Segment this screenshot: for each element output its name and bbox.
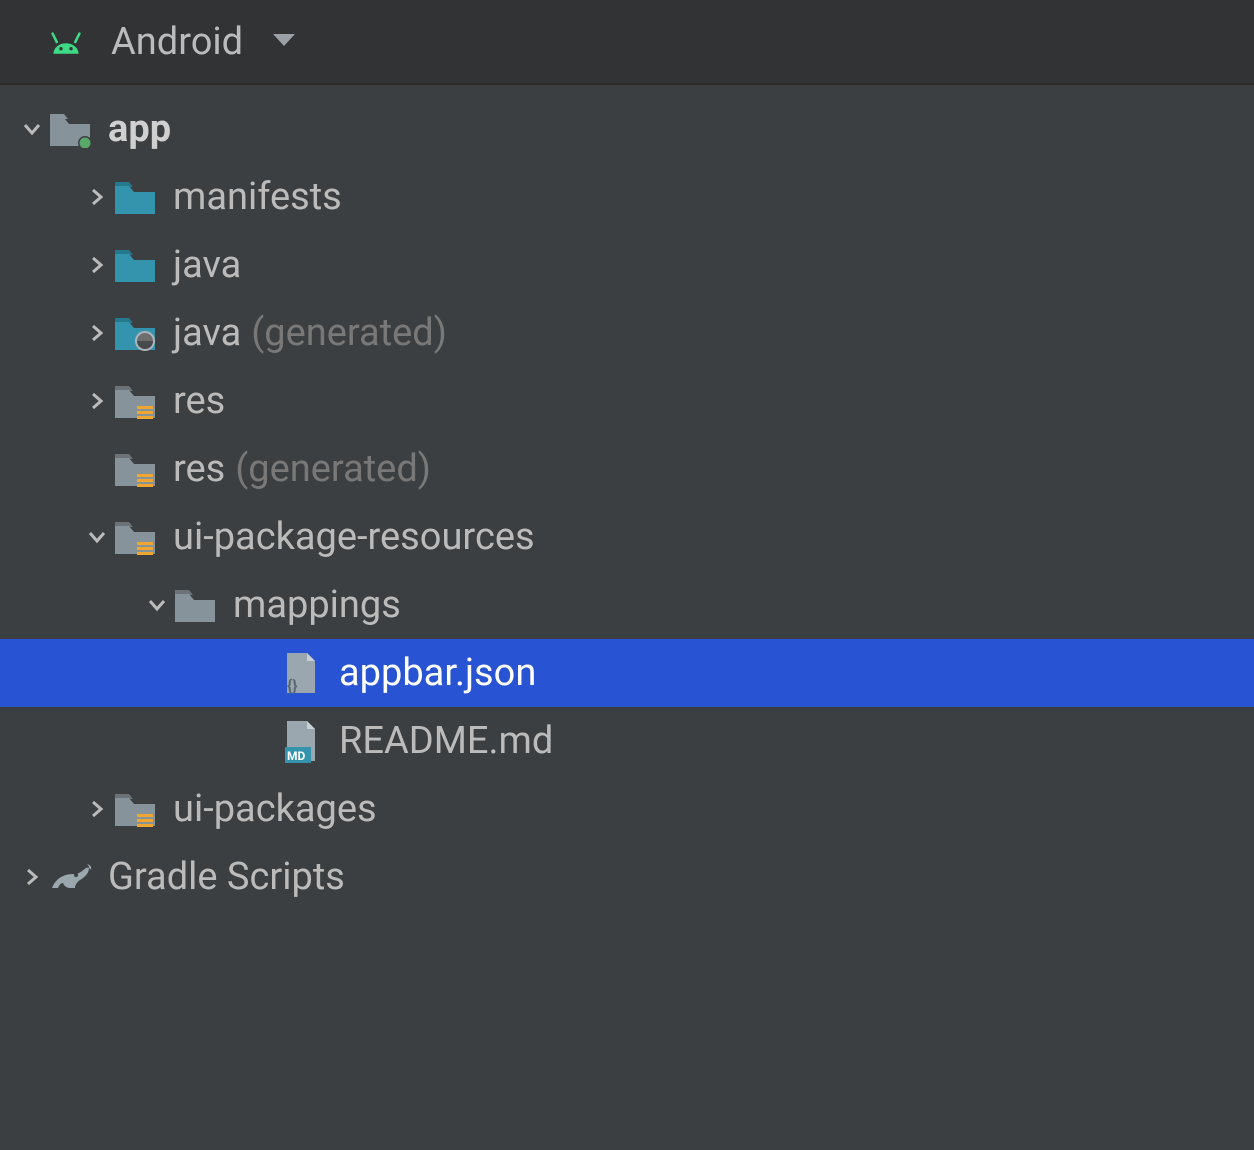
markdown-file-icon: MD [275, 719, 327, 763]
tree-node-gradle-scripts[interactable]: Gradle Scripts [0, 843, 1254, 911]
resource-folder-icon [109, 787, 161, 831]
folder-icon [109, 243, 161, 287]
node-label: res [173, 379, 225, 423]
project-view-header[interactable]: Android [0, 0, 1254, 85]
json-file-icon: {} [275, 651, 327, 695]
resource-folder-icon [109, 515, 161, 559]
chevron-down-icon[interactable] [20, 117, 44, 141]
node-label: ui-packages [173, 787, 377, 831]
chevron-right-icon[interactable] [85, 253, 109, 277]
svg-text:{}: {} [287, 676, 298, 695]
tree-node-java[interactable]: java [0, 231, 1254, 299]
chevron-right-icon[interactable] [85, 321, 109, 345]
node-label: README.md [339, 719, 553, 763]
svg-text:MD: MD [287, 749, 306, 763]
chevron-right-icon[interactable] [85, 797, 109, 821]
tree-node-ui-packages[interactable]: ui-packages [0, 775, 1254, 843]
chevron-right-icon[interactable] [20, 865, 44, 889]
view-selector-label: Android [111, 20, 243, 64]
tree-node-readme-md[interactable]: MD README.md [0, 707, 1254, 775]
chevron-down-icon[interactable] [271, 31, 297, 53]
node-label: mappings [233, 583, 401, 627]
node-label: java [173, 311, 241, 355]
chevron-right-icon[interactable] [85, 185, 109, 209]
tree-node-appbar-json[interactable]: {} appbar.json [0, 639, 1254, 707]
folder-icon [169, 583, 221, 627]
tree-node-java-generated[interactable]: java (generated) [0, 299, 1254, 367]
project-tree: app manifests java [0, 85, 1254, 911]
tree-node-mappings[interactable]: mappings [0, 571, 1254, 639]
chevron-right-icon[interactable] [85, 389, 109, 413]
generated-folder-icon [109, 311, 161, 355]
node-label: ui-package-resources [173, 515, 535, 559]
node-label: Gradle Scripts [108, 855, 345, 899]
node-suffix: (generated) [235, 447, 431, 491]
tree-node-manifests[interactable]: manifests [0, 163, 1254, 231]
android-icon [45, 20, 87, 64]
node-label: res [173, 447, 225, 491]
resource-folder-icon [109, 447, 161, 491]
node-label: manifests [173, 175, 342, 219]
node-suffix: (generated) [251, 311, 447, 355]
folder-icon [109, 175, 161, 219]
tree-node-app[interactable]: app [0, 95, 1254, 163]
tree-node-ui-package-resources[interactable]: ui-package-resources [0, 503, 1254, 571]
chevron-down-icon[interactable] [85, 525, 109, 549]
resource-folder-icon [109, 379, 161, 423]
tree-node-res-generated[interactable]: res (generated) [0, 435, 1254, 503]
gradle-icon [44, 855, 96, 899]
node-label: java [173, 243, 241, 287]
node-label: appbar.json [339, 651, 536, 695]
node-label: app [108, 107, 171, 151]
tree-node-res[interactable]: res [0, 367, 1254, 435]
chevron-down-icon[interactable] [145, 593, 169, 617]
module-folder-icon [44, 107, 96, 151]
